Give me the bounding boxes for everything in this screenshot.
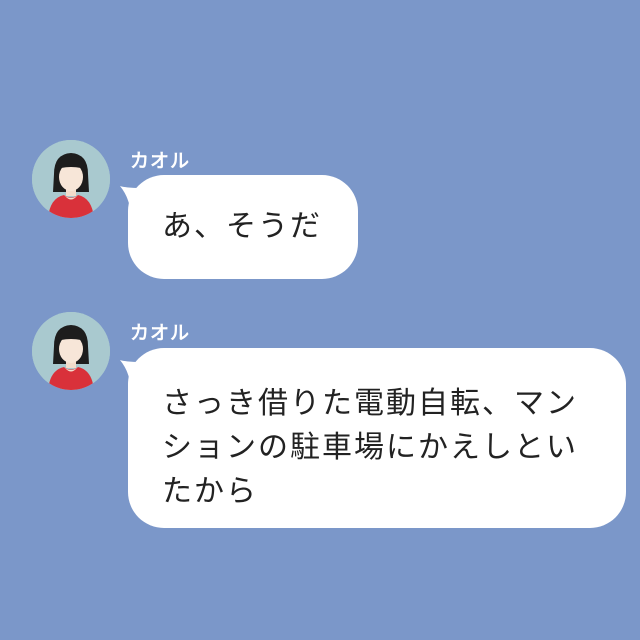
chat-message: カオル さっき借りた電動自転、マンションの駐車場にかえしといたから [0,312,640,542]
message-text: あ、そうだ [162,209,322,244]
sender-name: カオル [130,150,191,172]
sender-name: カオル [130,322,191,344]
woman-avatar-icon[interactable] [32,312,110,390]
chat-message: カオル あ、そうだ [0,140,640,280]
message-text: さっき借りた電動自転、マンションの駐車場にかえしといたから [162,386,578,509]
woman-avatar-icon[interactable] [32,140,110,218]
chat-area: カオル あ、そうだ カオル さっき借りた電動自転、マンションの駐車場にかえしとい… [0,0,640,640]
message-bubble[interactable]: あ、そうだ [128,175,358,279]
message-bubble[interactable]: さっき借りた電動自転、マンションの駐車場にかえしといたから [128,348,626,528]
